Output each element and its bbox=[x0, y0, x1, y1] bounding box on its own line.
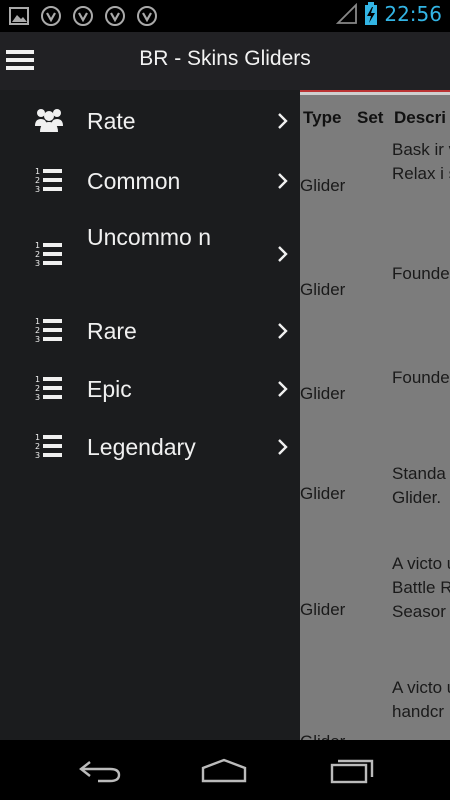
drawer-item-label: Rate bbox=[87, 108, 136, 134]
svg-text:2: 2 bbox=[35, 326, 40, 335]
status-bar: 22:56 bbox=[0, 0, 450, 32]
signal-icon bbox=[336, 3, 358, 24]
svg-text:3: 3 bbox=[35, 335, 40, 344]
table-row[interactable]: Glider Bask ir victory Relax i shade. bbox=[300, 138, 450, 238]
cell-description: Bask ir victory Relax i shade. bbox=[392, 140, 450, 183]
clock: 22:56 bbox=[384, 2, 442, 26]
cell-description: A victo umbre handcr bbox=[392, 678, 450, 721]
svg-text:1: 1 bbox=[35, 167, 40, 176]
svg-text:2: 2 bbox=[35, 442, 40, 451]
notification-icons bbox=[8, 5, 158, 27]
table-row[interactable]: Glider Standa Battle Glider. bbox=[300, 462, 450, 552]
chevron-right-icon bbox=[278, 439, 288, 455]
svg-text:2: 2 bbox=[35, 176, 40, 185]
system-nav-bar bbox=[0, 740, 450, 800]
cell-type: Glider bbox=[300, 176, 346, 195]
drawer-item-label: Common bbox=[87, 168, 181, 194]
vpn-key-icon bbox=[137, 6, 157, 26]
drawer-item-label: Legendary bbox=[87, 434, 196, 460]
vpn-key-icon bbox=[41, 6, 61, 26]
app-bar: BR - Skins Gliders bbox=[0, 32, 450, 90]
drawer-item-label: Rare bbox=[87, 318, 137, 344]
cell-description: Standa Battle Glider. bbox=[392, 464, 450, 507]
svg-text:2: 2 bbox=[35, 250, 40, 259]
people-icon bbox=[35, 109, 63, 132]
cell-type: Glider bbox=[300, 600, 346, 619]
numbered-list-icon: 1 2 3 bbox=[35, 167, 62, 194]
svg-text:2: 2 bbox=[35, 384, 40, 393]
drawer-item-rare[interactable]: 1 2 3 Rare bbox=[0, 310, 300, 352]
cell-description: Founde exclus bbox=[392, 368, 450, 387]
battery-charging-icon bbox=[365, 2, 378, 25]
app-title: BR - Skins Gliders bbox=[139, 47, 311, 70]
drawer-item-rate[interactable]: Rate bbox=[0, 100, 300, 142]
cell-description: Founde exclus bbox=[392, 264, 450, 283]
cell-type: Glider bbox=[300, 280, 346, 299]
drawer-item-label: Uncommo n bbox=[87, 224, 211, 250]
cell-description: A victo umbre Battle Royale Seasor bbox=[392, 554, 450, 621]
svg-text:3: 3 bbox=[35, 185, 40, 194]
svg-text:1: 1 bbox=[35, 375, 40, 384]
drawer-item-common[interactable]: 1 2 3 Common bbox=[0, 160, 300, 202]
recents-icon[interactable] bbox=[328, 756, 376, 784]
chevron-right-icon bbox=[278, 173, 288, 189]
table-row[interactable]: Glider A victo umbre Battle Royale Seaso… bbox=[300, 552, 450, 674]
system-status: 22:56 bbox=[336, 2, 442, 26]
svg-text:3: 3 bbox=[35, 451, 40, 460]
header-type: Type bbox=[303, 108, 342, 127]
table-top-border bbox=[300, 90, 450, 95]
back-icon[interactable] bbox=[76, 756, 124, 784]
chevron-right-icon bbox=[278, 323, 288, 339]
table-header: Type Set Descri bbox=[300, 108, 450, 132]
numbered-list-icon: 1 2 3 bbox=[35, 375, 62, 402]
svg-text:1: 1 bbox=[35, 433, 40, 442]
header-description: Descri bbox=[394, 108, 446, 127]
table-row[interactable]: Glider Founde exclus bbox=[300, 366, 450, 456]
svg-text:3: 3 bbox=[35, 393, 40, 402]
svg-text:3: 3 bbox=[35, 259, 40, 268]
vpn-key-icon bbox=[73, 6, 93, 26]
numbered-list-icon: 1 2 3 bbox=[35, 433, 62, 460]
drawer-item-label: Epic bbox=[87, 376, 132, 402]
numbered-list-icon: 1 2 3 bbox=[35, 317, 62, 344]
cell-type: Glider bbox=[300, 384, 346, 403]
home-icon[interactable] bbox=[200, 756, 248, 784]
table-row[interactable]: Glider Founde exclus bbox=[300, 262, 450, 352]
drawer-item-uncommon[interactable]: 1 2 3 Uncommo n bbox=[0, 218, 300, 290]
vpn-key-icon bbox=[105, 6, 125, 26]
drawer-item-legendary[interactable]: 1 2 3 Legendary bbox=[0, 426, 300, 468]
chevron-right-icon bbox=[278, 381, 288, 397]
drawer-item-epic[interactable]: 1 2 3 Epic bbox=[0, 368, 300, 410]
numbered-list-icon: 1 2 3 bbox=[35, 241, 62, 268]
navigation-drawer: Rate 1 2 3 Common 1 2 3 Uncommo n 1 2 3 … bbox=[0, 90, 300, 740]
svg-text:1: 1 bbox=[35, 317, 40, 326]
cell-type: Glider bbox=[300, 484, 346, 503]
gallery-icon bbox=[9, 7, 29, 25]
header-set: Set bbox=[357, 108, 384, 127]
cell-type: Glider bbox=[300, 732, 345, 740]
chevron-right-icon bbox=[278, 246, 288, 262]
svg-text:1: 1 bbox=[35, 241, 40, 250]
table-row[interactable]: Glider A victo umbre handcr bbox=[300, 676, 450, 740]
chevron-right-icon bbox=[278, 113, 288, 129]
